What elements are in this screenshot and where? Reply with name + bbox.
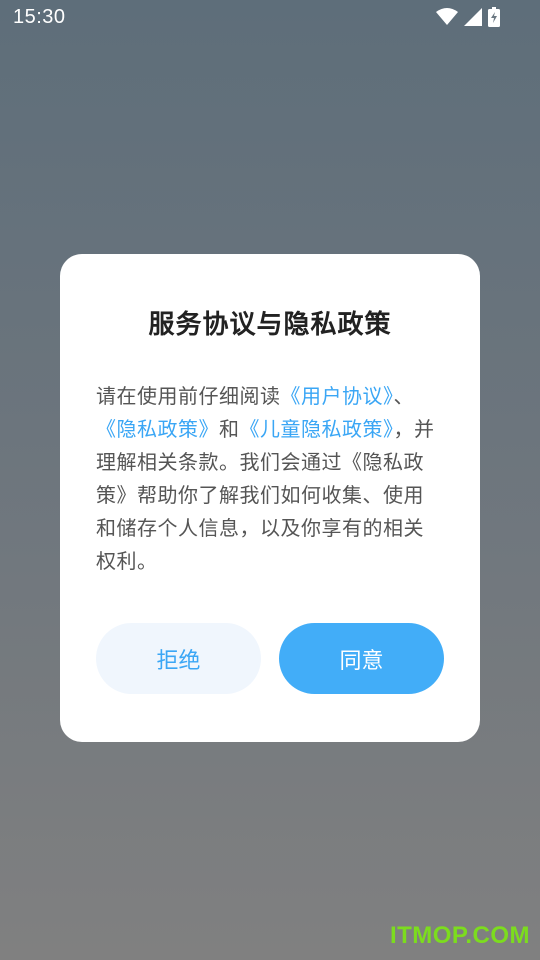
privacy-dialog: 服务协议与隐私政策 请在使用前仔细阅读《用户协议》、《隐私政策》和《儿童隐私政策… <box>60 254 480 742</box>
status-bar: 15:30 <box>0 0 540 36</box>
cellular-signal-icon <box>464 8 482 26</box>
status-time: 15:30 <box>13 6 66 28</box>
body-text: 请在使用前仔细阅读 <box>96 384 281 408</box>
watermark-logo: ITMOP.COM <box>389 922 530 949</box>
privacy-policy-link[interactable]: 《隐私政策》 <box>96 417 219 441</box>
body-text: 和 <box>219 417 240 441</box>
reject-button[interactable]: 拒绝 <box>96 623 261 694</box>
agree-button[interactable]: 同意 <box>279 623 444 694</box>
dialog-title: 服务协议与隐私政策 <box>148 310 392 340</box>
user-agreement-link[interactable]: 《用户协议》 <box>281 384 394 408</box>
wifi-icon <box>436 8 458 25</box>
child-privacy-policy-link[interactable]: 《儿童隐私政策》 <box>240 417 394 441</box>
status-icons <box>436 7 500 27</box>
body-text: 、 <box>393 384 414 408</box>
dialog-body: 请在使用前仔细阅读《用户协议》、《隐私政策》和《儿童隐私政策》，并理解相关条款。… <box>96 380 444 578</box>
battery-charging-icon <box>488 7 500 27</box>
